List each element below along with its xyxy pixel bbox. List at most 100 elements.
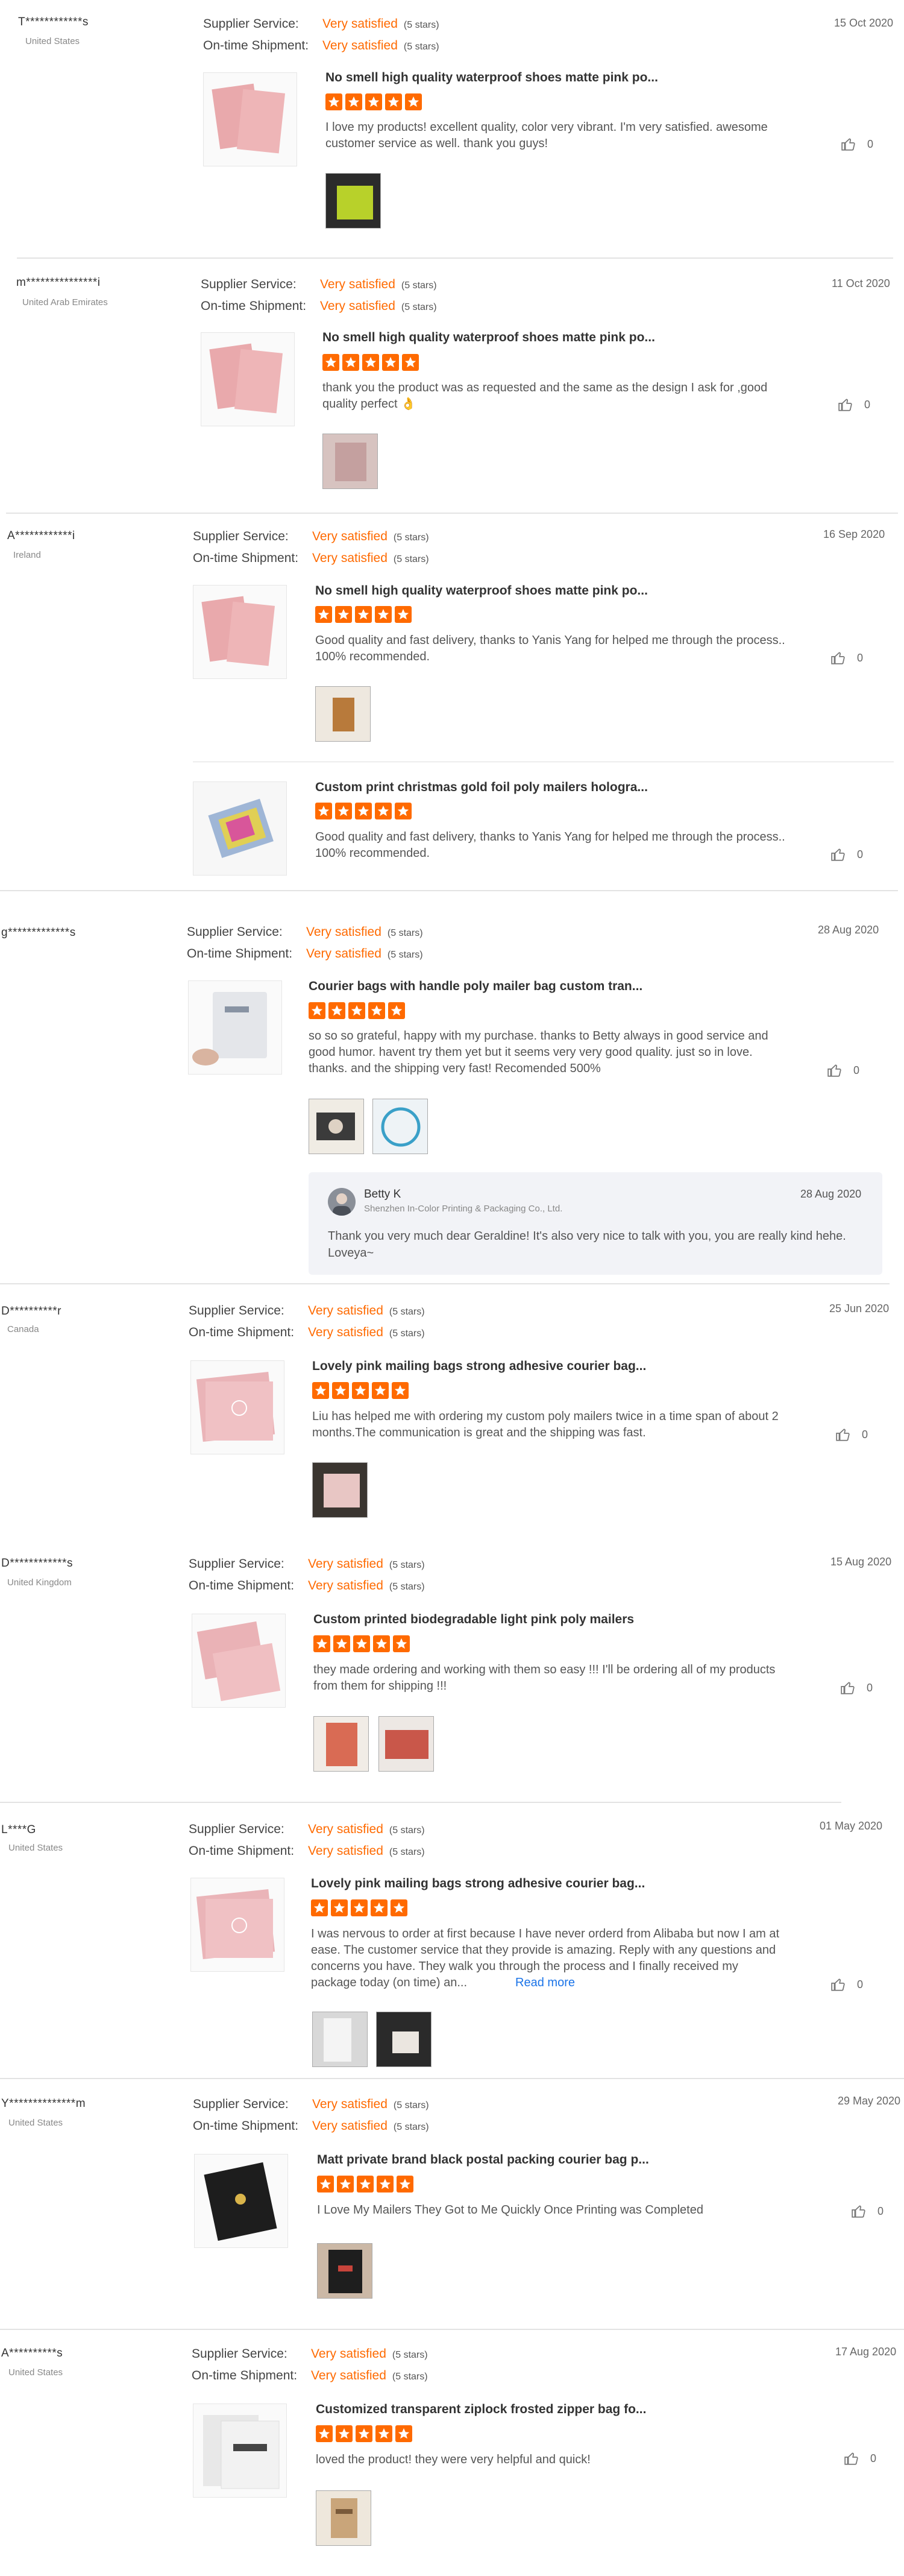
- review-photo[interactable]: [315, 686, 371, 742]
- avatar: [328, 1188, 356, 1216]
- star-icon: [355, 803, 372, 819]
- review-date: 15 Aug 2020: [830, 1556, 892, 1568]
- shipment-row: On-time Shipment: Very satisfied (5 stars): [193, 551, 429, 566]
- thumbs-up-icon: [827, 1064, 841, 1077]
- star-icon: [348, 1002, 365, 1019]
- shipment-value: Very satisfied: [312, 551, 388, 565]
- supplier-service-value: Very satisfied: [308, 1304, 383, 1318]
- review-photo[interactable]: [322, 434, 378, 489]
- star-icon: [317, 2176, 334, 2192]
- review-photo[interactable]: [378, 1716, 434, 1772]
- like-button[interactable]: 0: [844, 2451, 876, 2466]
- shipment-stars: (5 stars): [387, 950, 423, 960]
- review-photo[interactable]: [376, 2012, 432, 2067]
- like-button[interactable]: 0: [851, 2203, 884, 2219]
- star-icon: [352, 1382, 369, 1399]
- supplier-service-row: Supplier Service: Very satisfied (5 stars): [187, 925, 423, 939]
- shipment-label: On-time Shipment:: [192, 2369, 298, 2382]
- star-icon: [372, 1382, 389, 1399]
- reply-company: Shenzhen In-Color Printing & Packaging C…: [364, 1204, 563, 1214]
- review-photo[interactable]: [325, 173, 381, 229]
- review-photo[interactable]: [309, 1099, 364, 1154]
- star-icon: [373, 1635, 390, 1652]
- shipment-row: On-time Shipment: Very satisfied (5 stars): [189, 1579, 425, 1593]
- shipment-stars: (5 stars): [389, 1847, 425, 1857]
- like-button[interactable]: 0: [840, 1680, 873, 1696]
- review-photo[interactable]: [372, 1099, 428, 1154]
- review-divider: [0, 2329, 904, 2330]
- shipment-label: On-time Shipment:: [187, 947, 293, 961]
- supplier-service-label: Supplier Service:: [192, 2347, 287, 2361]
- star-icon: [335, 803, 352, 819]
- star-rating: [315, 803, 412, 819]
- like-count: 0: [857, 651, 864, 664]
- product-image[interactable]: [194, 2154, 288, 2248]
- reviewer-name: D************s: [1, 1557, 73, 1570]
- like-button[interactable]: 0: [841, 136, 873, 152]
- reply-author: Betty K: [364, 1188, 401, 1201]
- like-count: 0: [862, 1428, 868, 1441]
- like-button[interactable]: 0: [835, 1427, 868, 1442]
- review-date: 25 Jun 2020: [829, 1302, 890, 1315]
- like-button[interactable]: 0: [838, 397, 870, 412]
- supplier-service-value: Very satisfied: [308, 1822, 383, 1836]
- product-image[interactable]: [188, 980, 282, 1075]
- product-title[interactable]: No smell high quality waterproof shoes m…: [315, 584, 648, 598]
- review-photo[interactable]: [316, 2490, 371, 2546]
- review-photo[interactable]: [317, 2243, 372, 2299]
- reviewer-country: United States: [8, 1843, 63, 1853]
- shipment-label: On-time Shipment:: [189, 1325, 295, 1339]
- shipment-row: On-time Shipment: Very satisfied (5 stars): [189, 1325, 425, 1340]
- product-title[interactable]: Courier bags with handle poly mailer bag…: [309, 979, 642, 994]
- like-button[interactable]: 0: [830, 847, 863, 862]
- read-more-link[interactable]: Read more: [515, 1976, 575, 1989]
- star-icon: [368, 1002, 385, 1019]
- product-image[interactable]: [190, 1878, 284, 1972]
- reviewer-name: A************i: [7, 529, 75, 542]
- star-icon: [325, 93, 342, 110]
- star-icon: [315, 803, 332, 819]
- product-title[interactable]: Custom print christmas gold foil poly ma…: [315, 780, 648, 795]
- supplier-service-stars: (5 stars): [401, 280, 437, 291]
- like-count: 0: [864, 398, 871, 411]
- supplier-service-stars: (5 stars): [389, 1307, 425, 1317]
- shipment-stars: (5 stars): [403, 42, 439, 52]
- like-button[interactable]: 0: [827, 1062, 859, 1078]
- product-image[interactable]: [193, 2404, 287, 2498]
- review-photo[interactable]: [312, 1462, 368, 1518]
- supplier-reply: Betty K Shenzhen In-Color Printing & Pac…: [309, 1172, 882, 1275]
- star-icon: [375, 803, 392, 819]
- thumbs-up-icon: [831, 848, 845, 861]
- review-divider: [17, 257, 893, 259]
- shipment-value: Very satisfied: [322, 39, 398, 52]
- star-icon: [355, 606, 372, 623]
- review-photo[interactable]: [313, 1716, 369, 1772]
- product-title[interactable]: Custom printed biodegradable light pink …: [313, 1612, 634, 1627]
- like-button[interactable]: 0: [830, 650, 863, 666]
- product-image[interactable]: [190, 1360, 284, 1454]
- product-title[interactable]: No smell high quality waterproof shoes m…: [325, 71, 658, 85]
- shipment-row: On-time Shipment: Very satisfied (5 stars): [193, 2119, 429, 2133]
- shipment-row: On-time Shipment: Very satisfied (5 stars): [203, 39, 439, 53]
- product-image[interactable]: [193, 781, 287, 876]
- star-icon: [315, 606, 332, 623]
- like-button[interactable]: 0: [830, 1977, 863, 1992]
- review-text: so so so grateful, happy with my purchas…: [309, 1029, 768, 1075]
- product-image[interactable]: [192, 1614, 286, 1708]
- product-title[interactable]: Lovely pink mailing bags strong adhesive…: [311, 1877, 645, 1891]
- product-title[interactable]: Customized transparent ziplock frosted z…: [316, 2402, 646, 2417]
- product-title[interactable]: Lovely pink mailing bags strong adhesive…: [312, 1359, 646, 1374]
- product-image[interactable]: [193, 585, 287, 679]
- review-photo[interactable]: [312, 2012, 368, 2067]
- star-icon: [405, 93, 422, 110]
- reviewer-country: United States: [8, 2118, 63, 2128]
- product-image[interactable]: [201, 332, 295, 426]
- supplier-service-row: Supplier Service: Very satisfied (5 stars): [203, 17, 439, 31]
- product-title[interactable]: No smell high quality waterproof shoes m…: [322, 330, 655, 345]
- review-text: I Love My Mailers They Got to Me Quickly…: [317, 2203, 703, 2217]
- product-image[interactable]: [203, 72, 297, 166]
- star-icon: [336, 2425, 353, 2442]
- reviewer-country: United Arab Emirates: [22, 297, 108, 308]
- product-title[interactable]: Matt private brand black postal packing …: [317, 2153, 649, 2167]
- supplier-service-value: Very satisfied: [320, 277, 395, 291]
